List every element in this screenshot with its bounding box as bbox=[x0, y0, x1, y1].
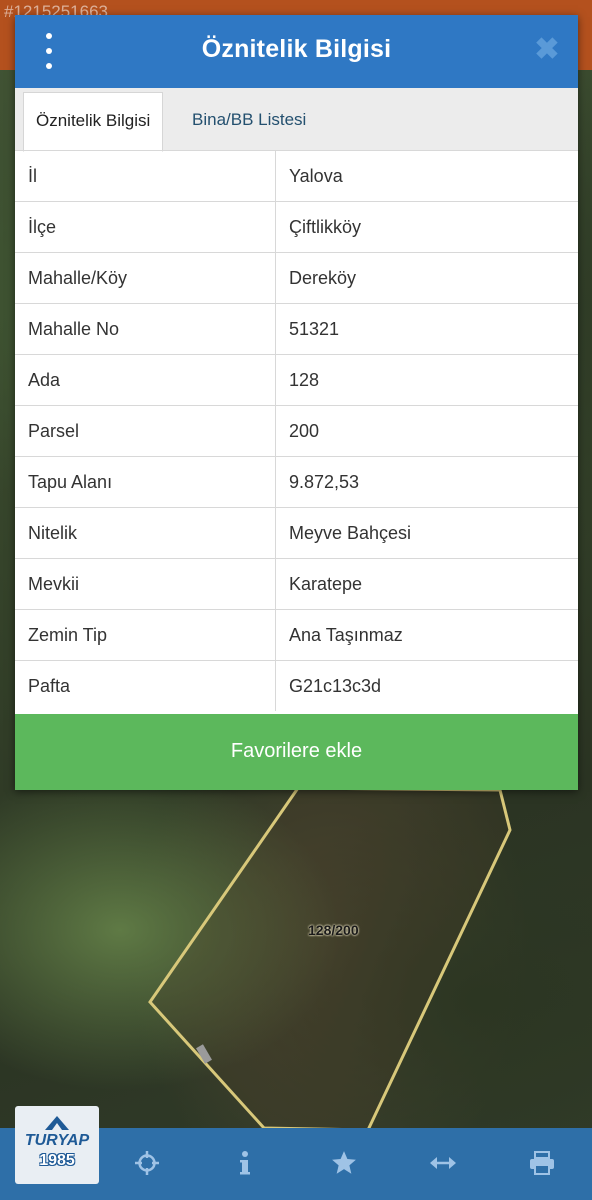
close-icon[interactable]: ✖ bbox=[532, 35, 562, 65]
attr-key: İlçe bbox=[15, 201, 276, 253]
attr-value: Meyve Bahçesi bbox=[275, 507, 578, 559]
attr-key: Mahalle No bbox=[15, 303, 276, 355]
attr-value: 200 bbox=[275, 405, 578, 457]
attr-value: 9.872,53 bbox=[275, 456, 578, 508]
table-row: İlçe Çiftlikköy bbox=[15, 201, 578, 253]
table-row: İl Yalova bbox=[15, 150, 578, 202]
attr-key: Nitelik bbox=[15, 507, 276, 559]
dialog-title: Öznitelik Bilgisi bbox=[201, 35, 392, 63]
attr-key: Mahalle/Köy bbox=[15, 252, 276, 304]
arrows-horizontal-icon[interactable] bbox=[428, 1148, 458, 1178]
attr-key: Tapu Alanı bbox=[15, 456, 276, 508]
attr-key: Pafta bbox=[15, 660, 276, 711]
table-row: Ada 128 bbox=[15, 354, 578, 406]
table-row: Mahalle/Köy Dereköy bbox=[15, 252, 578, 304]
attr-value: Dereköy bbox=[275, 252, 578, 304]
table-row: Tapu Alanı 9.872,53 bbox=[15, 456, 578, 508]
table-row: Mahalle No 51321 bbox=[15, 303, 578, 355]
attribute-table: İl Yalova İlçe Çiftlikköy Mahalle/Köy Derek… bbox=[15, 150, 578, 711]
logo-text: TURYAP bbox=[24, 1132, 90, 1149]
table-row: Nitelik Meyve Bahçesi bbox=[15, 507, 578, 559]
attr-key: Mevkii bbox=[15, 558, 276, 610]
tab-attribute-info[interactable]: Öznitelik Bilgisi bbox=[23, 92, 164, 152]
turyap-logo: TURYAP 1985 bbox=[15, 1106, 99, 1184]
attr-value: G21c13c3d bbox=[275, 660, 578, 711]
logo-mark-icon bbox=[45, 1116, 69, 1130]
table-row: Zemin Tip Ana Taşınmaz bbox=[15, 609, 578, 661]
parcel-label: 128/200 bbox=[308, 922, 359, 938]
star-icon[interactable] bbox=[329, 1148, 359, 1178]
attribute-dialog: Öznitelik Bilgisi ✖ Öznitelik Bilgisi Bi… bbox=[15, 15, 578, 790]
table-row: Parsel 200 bbox=[15, 405, 578, 457]
printer-icon[interactable] bbox=[527, 1148, 557, 1178]
table-row: Mevkii Karatepe bbox=[15, 558, 578, 610]
table-row: Pafta G21c13c3d bbox=[15, 660, 578, 711]
attr-value: 128 bbox=[275, 354, 578, 406]
attr-value: Çiftlikköy bbox=[275, 201, 578, 253]
crosshair-icon[interactable] bbox=[132, 1148, 162, 1178]
attr-value: Yalova bbox=[275, 150, 578, 202]
attr-key: Ada bbox=[15, 354, 276, 406]
attr-key: Zemin Tip bbox=[15, 609, 276, 661]
dialog-header: Öznitelik Bilgisi ✖ bbox=[15, 15, 578, 88]
info-icon[interactable] bbox=[230, 1148, 260, 1178]
logo-year: 1985 bbox=[39, 1152, 75, 1169]
attr-value: 51321 bbox=[275, 303, 578, 355]
attr-value: Ana Taşınmaz bbox=[275, 609, 578, 661]
attr-value: Karatepe bbox=[275, 558, 578, 610]
tab-building-list[interactable]: Bina/BB Listesi bbox=[180, 92, 318, 150]
add-favorite-button[interactable]: Favorilere ekle bbox=[15, 714, 578, 790]
attr-key: Parsel bbox=[15, 405, 276, 457]
attr-key: İl bbox=[15, 150, 276, 202]
tab-bar: Öznitelik Bilgisi Bina/BB Listesi bbox=[15, 88, 578, 152]
